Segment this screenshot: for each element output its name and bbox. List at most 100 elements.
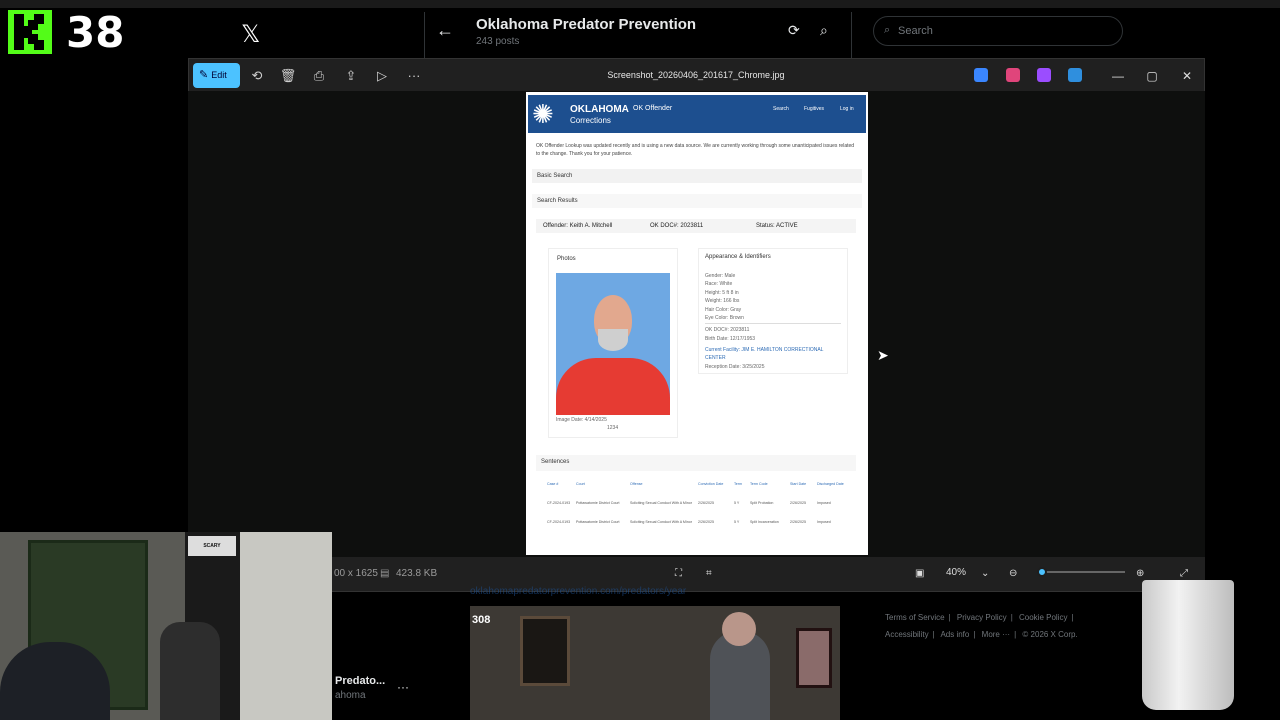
kick-viewer-count: 38: [66, 8, 125, 57]
more-options-icon[interactable]: ···: [397, 680, 409, 694]
refresh-icon[interactable]: ⟳: [788, 22, 800, 39]
webcam-chair: [160, 622, 220, 720]
file-size: 423.8 KB: [396, 568, 438, 579]
doc-notice: OK Offender Lookup was updated recently …: [536, 143, 855, 157]
post-count: 243 posts: [476, 36, 520, 47]
chevron-down-icon[interactable]: ⌄: [981, 568, 989, 579]
webcam-overlay: SCARY: [0, 532, 332, 720]
x-logo-icon[interactable]: 𝕏: [241, 20, 260, 49]
footer-separator: |: [1010, 613, 1013, 622]
delete-icon[interactable]: 🗑: [277, 66, 299, 86]
maximize-icon[interactable]: ▢: [1142, 66, 1162, 86]
oklahoma-star-icon: ✺: [532, 99, 554, 129]
footer-link-ads[interactable]: Ads info: [940, 630, 969, 639]
doc-identifier: Gender: Male: [705, 273, 736, 279]
sentence-cell: CF-2024-0193: [547, 501, 571, 505]
mouse-cursor-icon: ➤: [877, 347, 889, 363]
footer-links: Terms of Service | Privacy Policy | Cookie…: [885, 609, 1125, 643]
app-shortcut-icon[interactable]: [1006, 68, 1020, 82]
webcam-poster: SCARY: [188, 536, 236, 556]
doc-facility: Current Facility: JIM E. HAMILTON CORREC…: [705, 347, 824, 361]
glass-overlay: [1142, 580, 1234, 710]
share-icon[interactable]: ⇪: [340, 66, 362, 86]
sentence-header: Start Date: [790, 482, 807, 486]
footer-separator: |: [1071, 613, 1074, 622]
doc-appearance-title: Appearance & Identifiers: [705, 254, 771, 260]
video-poster: [796, 628, 832, 688]
video-view-count: 308: [472, 614, 491, 626]
footer-link-privacy[interactable]: Privacy Policy: [957, 613, 1007, 622]
zoom-out-icon[interactable]: ⊖: [1009, 568, 1017, 579]
zoom-slider-track[interactable]: [1040, 571, 1125, 573]
zoom-level[interactable]: 40%: [946, 567, 966, 578]
close-icon[interactable]: ✕: [1177, 66, 1197, 86]
footer-separator: |: [1014, 630, 1017, 639]
scan-text-icon[interactable]: ⌗: [706, 568, 712, 579]
clipchamp-icon[interactable]: [1037, 68, 1051, 82]
doc-birth-date: Birth Date: 12/17/1953: [705, 336, 756, 342]
search-input[interactable]: [898, 23, 1108, 39]
sentence-cell: 2/26/2025: [790, 520, 806, 524]
doc-status: Status: ACTIVE: [756, 223, 798, 229]
sentence-header: Term Code: [750, 482, 768, 486]
fullscreen-icon[interactable]: ⤢: [1180, 568, 1188, 579]
app-shortcut-icon[interactable]: [974, 68, 988, 82]
sentence-header: Offense: [630, 482, 643, 486]
doc-photos-title: Photos: [557, 256, 576, 262]
doc-basic-search: Basic Search: [532, 169, 862, 183]
doc-offender-name: Offender: Keith A. Mitchell: [543, 223, 613, 229]
profile-name[interactable]: Predato...: [335, 675, 385, 687]
sentence-cell: 2/26/2025: [698, 520, 714, 524]
sentence-cell: Soliciting Sexual Conduct With A Minor: [630, 520, 692, 524]
doc-image-date: Image Date: 4/14/2025: [556, 417, 607, 423]
footer-link-cookie[interactable]: Cookie Policy: [1019, 613, 1067, 622]
footer-copyright: © 2026 X Corp.: [1022, 630, 1078, 639]
fit-screen-icon[interactable]: ⛶: [675, 568, 682, 579]
kick-logo-icon: [8, 10, 52, 54]
footer-link-more[interactable]: More ···: [982, 630, 1010, 639]
doc-doc-number: OK DOC#: 2023811: [650, 223, 704, 229]
sentence-cell: Pottawatomie District Court: [576, 501, 620, 505]
post-link[interactable]: oklahomapredatorprevention.com/predators…: [470, 586, 686, 597]
edit-button[interactable]: ✎ Edit: [193, 63, 240, 88]
sentence-cell: Imposed: [817, 501, 831, 505]
page-title: Oklahoma Predator Prevention: [476, 16, 697, 33]
zoom-in-icon[interactable]: ⊕: [1136, 568, 1144, 579]
more-options-icon[interactable]: ···: [403, 66, 425, 86]
photo-shirt: [556, 358, 670, 415]
doc-identifier: Height: 5 ft 8 in: [705, 290, 739, 296]
doc-offender-bar: Offender: Keith A. Mitchell OK DOC#: 202…: [536, 219, 856, 233]
sentence-cell: Split Incarceration: [750, 520, 779, 524]
sentence-cell: CF-2024-0193: [547, 520, 571, 524]
minimize-icon[interactable]: —: [1108, 66, 1128, 86]
sentence-cell: 2/26/2025: [698, 501, 714, 505]
doc-divider: [705, 323, 841, 324]
doc-image-number: 1234: [607, 425, 619, 431]
doc-search-results: Search Results: [532, 194, 862, 208]
sentence-header: Case #: [547, 482, 559, 486]
slideshow-icon[interactable]: ▷: [371, 66, 393, 86]
photo-beard: [598, 329, 628, 351]
footer-link-accessibility[interactable]: Accessibility: [885, 630, 929, 639]
doc-section: OK Offender: [633, 105, 673, 112]
footer-separator: |: [948, 613, 951, 622]
sentence-cell: Soliciting Sexual Conduct With A Minor: [630, 501, 692, 505]
footer-separator: |: [973, 630, 976, 639]
search-icon[interactable]: ⌕: [820, 22, 828, 39]
edit-label: Edit: [211, 70, 227, 80]
doc-brand-sub: Corrections: [570, 116, 611, 125]
doc-brand: OKLAHOMA: [570, 104, 629, 115]
sentence-header: Discharged Date: [817, 482, 844, 486]
post-video[interactable]: 308: [470, 606, 840, 720]
onedrive-icon[interactable]: [1068, 68, 1082, 82]
print-icon[interactable]: ⎙: [308, 66, 330, 86]
top-strip: [0, 0, 1280, 8]
actual-size-icon[interactable]: ▣: [915, 568, 924, 579]
doc-identifier: Weight: 166 lbs: [705, 298, 740, 304]
rotate-icon[interactable]: ⟲: [246, 66, 268, 86]
back-arrow-icon[interactable]: ←: [436, 20, 454, 41]
footer-link-terms[interactable]: Terms of Service: [885, 613, 945, 622]
zoom-slider-thumb[interactable]: [1037, 567, 1047, 577]
image-dimensions: 00 x 1625: [334, 568, 378, 579]
disk-icon: ▤: [380, 568, 390, 579]
